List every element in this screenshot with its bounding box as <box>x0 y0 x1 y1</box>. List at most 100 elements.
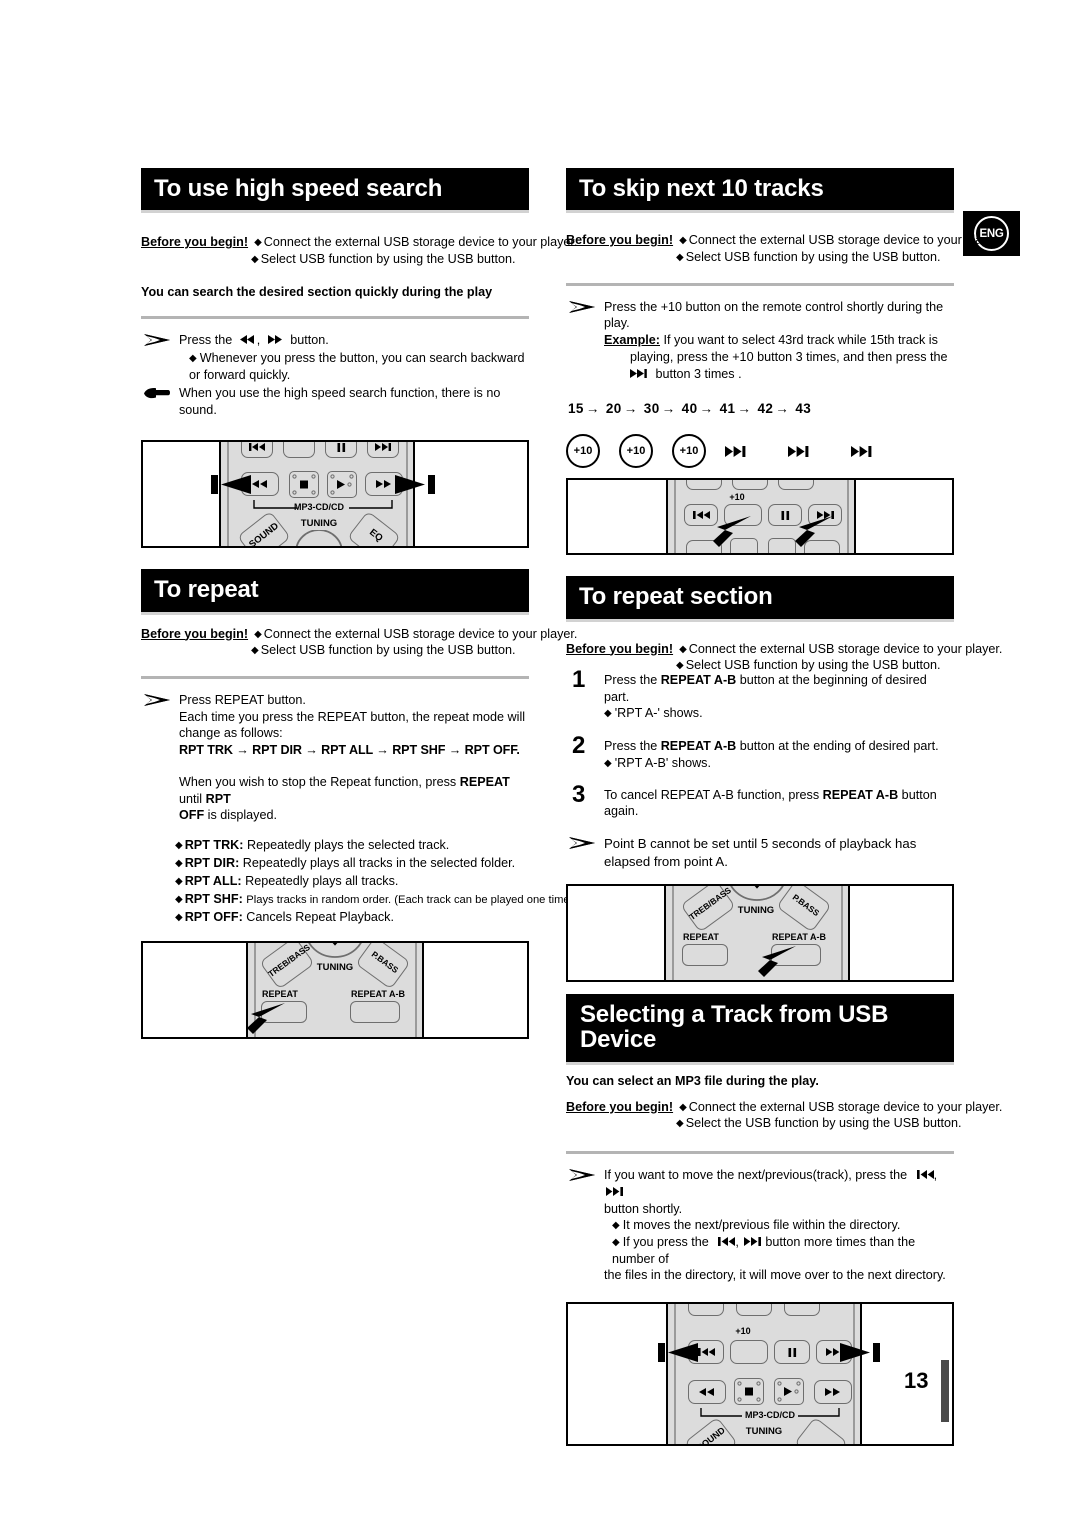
play-icon <box>774 1378 804 1405</box>
before-you-begin-select-track: Before you begin! ◆ Connect the external … <box>566 1099 1002 1132</box>
arrow-bullet-icon <box>569 1169 595 1182</box>
diamond-bullet-icon: ◆ <box>189 353 197 365</box>
remote-illustration-repeat: TREB/BASS TUNING P.BASS REPEAT REPEAT A-… <box>141 940 529 1039</box>
upper-key-1 <box>688 1304 724 1317</box>
remote-illustration-transport: MP3-CD/CD SOUND TUNING EQ <box>141 440 529 549</box>
left-column: To use high speed search Before you begi… <box>141 168 577 1039</box>
high-speed-search-step: Press the , button. ◆ Whenever you press … <box>141 332 529 384</box>
step-text-a: Press the <box>604 739 661 754</box>
section-header-skip-10-tracks: To skip next 10 tracks <box>566 168 954 211</box>
section-header-to-repeat: To repeat <box>141 569 529 612</box>
callout-arrow-right-icon <box>840 1343 880 1363</box>
next-track-icon <box>630 368 647 378</box>
seq-item: 43 <box>795 401 812 417</box>
list-item: ◆ RPT TRK: Repeatedly plays the selected … <box>141 837 529 855</box>
select-track-bullet2c: the files in the directory, it will move… <box>604 1268 946 1283</box>
cursor-pointer-icon-plus10 <box>713 516 751 548</box>
before-you-begin-label: Before you begin! <box>566 233 674 248</box>
diamond-bullet-icon: ◆ <box>676 660 684 672</box>
plus10-label: +10 <box>735 1326 751 1337</box>
stop-text-c: until <box>179 791 206 806</box>
tuning-label: TUNING <box>737 905 775 917</box>
repeat-key-label: REPEAT <box>683 932 719 943</box>
high-speed-search-bullet1: Whenever you press the button, you can s… <box>189 351 525 383</box>
step-number: 1 <box>572 665 586 693</box>
byb-connect-text: Connect the external USB storage device … <box>688 1099 1003 1114</box>
tuning-dial-icon <box>296 530 342 547</box>
diamond-bullet-icon: ◆ <box>251 645 259 657</box>
divider <box>566 282 954 286</box>
repeat-mode-list: ◆ RPT TRK: Repeatedly plays the selected … <box>141 837 576 927</box>
to-repeat-mode-chain: RPT TRK → RPT DIR → RPT ALL → RPT SHF → … <box>179 743 520 758</box>
upper-key-2 <box>732 480 768 491</box>
upper-key-2 <box>736 1304 772 1317</box>
list-item: ◆ RPT OFF: Cancels Repeat Playback. <box>141 909 529 927</box>
mp3-cd-label: MP3-CD/CD <box>744 1410 795 1421</box>
section-header-repeat-section: To repeat section <box>566 576 954 619</box>
tuning-label: TUNING <box>316 961 354 973</box>
note-text: When you use the high speed search funct… <box>179 385 501 417</box>
repeat-section-step-3: 3 To cancel REPEAT A-B function, press R… <box>566 782 954 820</box>
callout-arrow-left-icon <box>658 1343 698 1363</box>
rewind-icon <box>239 334 254 344</box>
repeat-ab-key-label: REPEAT A-B <box>351 988 405 999</box>
seq-item: 15 <box>568 401 584 417</box>
lower-key-play <box>768 538 796 554</box>
stop-text-d: RPT <box>205 791 231 806</box>
plus10-label: +10 <box>729 492 745 503</box>
mode-name: RPT DIR: <box>184 856 240 870</box>
diamond-bullet-icon: ◆ <box>679 643 687 655</box>
to-repeat-step-line3: change as follows: <box>179 726 283 741</box>
before-you-begin-label: Before you begin! <box>141 626 249 641</box>
step-text-a: Press the <box>604 672 661 687</box>
arrow-bullet-icon <box>569 300 595 313</box>
search-backward-icon <box>688 1380 726 1404</box>
plus10-button-3: +10 <box>672 434 706 469</box>
mode-name: RPT ALL: <box>184 873 242 888</box>
list-item: ◆ RPT ALL: Repeatedly plays all tracks. <box>141 873 529 891</box>
diamond-bullet-icon: ◆ <box>175 875 183 887</box>
diamond-bullet-icon: ◆ <box>604 708 612 720</box>
step-text-bold: REPEAT A-B <box>822 787 899 802</box>
stop-text-f: is displayed. <box>204 808 277 823</box>
play-icon <box>327 471 357 498</box>
upper-key-1 <box>686 480 722 491</box>
divider <box>141 315 529 319</box>
page-number-bar <box>941 1360 949 1422</box>
high-speed-search-note: When you use the high speed search funct… <box>141 385 529 418</box>
select-track-bullet1: It moves the next/previous file within t… <box>622 1218 901 1233</box>
diamond-bullet-icon: ◆ <box>175 858 183 869</box>
diamond-bullet-icon: ◆ <box>604 757 612 769</box>
skip-10-step-text: Press the +10 button on the remote contr… <box>604 299 944 331</box>
list-item: ◆ RPT DIR: Repeatedly plays all tracks in… <box>141 855 529 873</box>
stop-icon <box>734 1378 764 1405</box>
fast-forward-icon <box>267 334 282 344</box>
pause-icon <box>325 442 357 458</box>
diamond-bullet-icon: ◆ <box>676 1118 684 1130</box>
button-press-sequence: +10 +10 +10 <box>566 434 954 469</box>
seq-item: 20 <box>605 401 622 417</box>
search-forward-icon <box>814 1380 852 1404</box>
diamond-bullet-icon: ◆ <box>175 893 183 905</box>
repeat-section-note: Point B cannot be set until 5 seconds of… <box>566 835 954 870</box>
mode-desc: Plays tracks in random order. (Each trac… <box>246 893 577 906</box>
page-number: 13 <box>904 1368 929 1393</box>
seq-item: 42 <box>757 401 774 417</box>
prev-track-icon <box>916 1170 934 1180</box>
select-track-bullet2a: If you press the <box>622 1235 709 1249</box>
step-text-prefix: Press the <box>179 332 233 347</box>
select-track-step: If you want to move the next/previous(tr… <box>566 1167 954 1284</box>
right-column: To skip next 10 tracks Before you begin!… <box>566 168 1002 1447</box>
diamond-bullet-icon: ◆ <box>254 237 262 249</box>
remote-illustration-repeat-ab: TREB/BASS TUNING P.BASS REPEAT REPEAT A-… <box>566 884 954 983</box>
plus10-button-1: +10 <box>566 434 600 469</box>
diamond-bullet-icon: ◆ <box>251 253 259 265</box>
repeat-ab-key <box>350 1000 400 1023</box>
plus10-key <box>283 442 315 459</box>
step-bullet: 'RPT A-B' shows. <box>614 755 711 770</box>
mode-name: RPT OFF: <box>184 909 243 924</box>
plus10-button-2: +10 <box>619 434 653 469</box>
step-line2: button shortly. <box>604 1201 683 1216</box>
diamond-bullet-icon: ◆ <box>676 251 684 263</box>
diamond-bullet-icon: ◆ <box>612 1237 620 1248</box>
